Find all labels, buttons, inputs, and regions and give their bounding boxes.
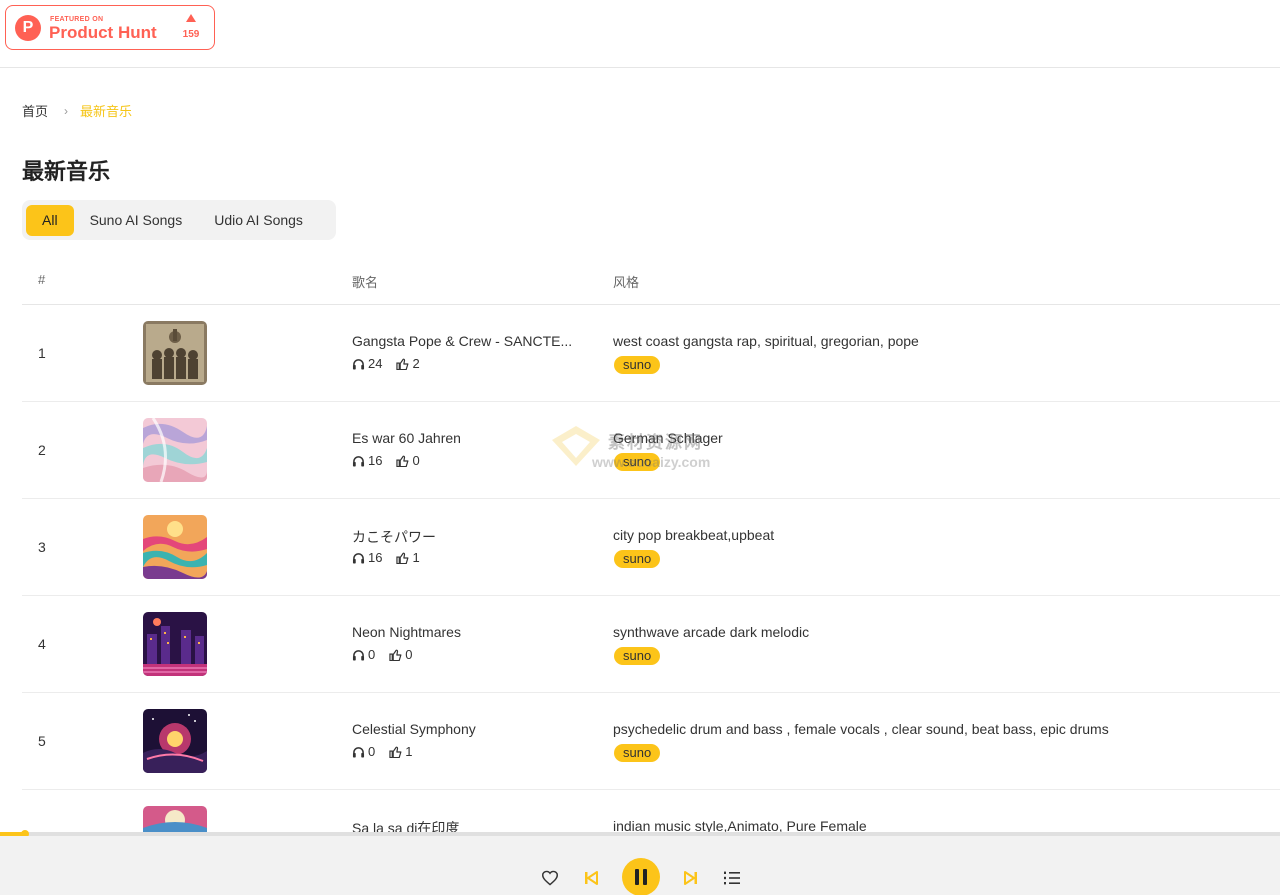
header-number: # bbox=[38, 272, 46, 287]
play-count-value: 0 bbox=[368, 647, 376, 662]
song-title[interactable]: Gangsta Pope & Crew - SANCTE... bbox=[352, 333, 582, 349]
song-number: 4 bbox=[38, 636, 46, 652]
music-player-bar bbox=[0, 836, 1280, 895]
source-badge: suno bbox=[614, 647, 661, 665]
breadcrumb-current: 最新音乐 bbox=[80, 104, 133, 119]
song-number: 3 bbox=[38, 539, 46, 555]
play-count: 16 bbox=[352, 550, 382, 565]
skip-previous-icon bbox=[585, 871, 598, 885]
headphones-icon bbox=[352, 358, 365, 370]
breadcrumb-separator-icon: › bbox=[64, 103, 69, 118]
skip-next-icon bbox=[684, 871, 697, 885]
previous-track-button[interactable] bbox=[581, 868, 601, 888]
headphones-icon bbox=[352, 455, 365, 467]
song-row[interactable]: 1 Gangsta Pope & Crew - SANCTE... 24 2 we… bbox=[22, 305, 1280, 402]
song-cover-image[interactable] bbox=[143, 321, 207, 385]
page-title: 最新音乐 bbox=[22, 159, 111, 184]
play-count-value: 16 bbox=[368, 453, 383, 468]
source-badge: suno bbox=[614, 744, 661, 762]
thumbs-up-icon bbox=[396, 455, 409, 467]
headphones-icon bbox=[352, 552, 365, 564]
product-hunt-logo-icon: P bbox=[15, 15, 41, 41]
tab-suno-ai-songs[interactable]: Suno AI Songs bbox=[74, 205, 199, 236]
upvote-count: 159 bbox=[182, 29, 200, 40]
song-row[interactable]: 4 Neon Nightmares 0 0 synthwave arcade da… bbox=[22, 596, 1280, 693]
song-number: 1 bbox=[38, 345, 46, 361]
table-header: # 歌名 风格 bbox=[22, 260, 1280, 305]
play-count-value: 16 bbox=[368, 550, 383, 565]
song-row[interactable]: 3 カこそパワー 16 1 city pop breakbeat,upbeat su… bbox=[22, 499, 1280, 596]
play-count: 0 bbox=[352, 647, 375, 662]
source-filter-tabs: All Suno AI Songs Udio AI Songs bbox=[22, 200, 336, 240]
song-stats: 16 1 bbox=[352, 550, 434, 565]
song-title[interactable]: カこそパワー bbox=[352, 527, 582, 547]
song-stats: 24 2 bbox=[352, 356, 434, 371]
headphones-icon bbox=[352, 649, 365, 661]
upvote-arrow-icon bbox=[186, 14, 196, 22]
pause-icon bbox=[635, 869, 647, 885]
like-count-value: 0 bbox=[412, 453, 420, 468]
song-style: city pop breakbeat,upbeat bbox=[613, 527, 775, 543]
song-stats: 16 0 bbox=[352, 453, 434, 468]
song-number: 5 bbox=[38, 733, 46, 749]
top-bar: P FEATURED ON Product Hunt 159 bbox=[0, 0, 1280, 68]
song-row[interactable]: 2 Es war 60 Jahren 16 0 German Schlager su… bbox=[22, 402, 1280, 499]
song-stats: 0 0 bbox=[352, 647, 426, 662]
header-style: 风格 bbox=[613, 275, 640, 290]
thumbs-up-icon bbox=[396, 358, 409, 370]
like-count[interactable]: 2 bbox=[396, 356, 420, 371]
header-title: 歌名 bbox=[352, 275, 379, 290]
song-style: German Schlager bbox=[613, 430, 723, 446]
song-title[interactable]: Neon Nightmares bbox=[352, 624, 582, 640]
source-badge: suno bbox=[614, 550, 661, 568]
song-number: 2 bbox=[38, 442, 46, 458]
song-title[interactable]: Es war 60 Jahren bbox=[352, 430, 582, 446]
song-style: synthwave arcade dark melodic bbox=[613, 624, 810, 640]
play-count: 0 bbox=[352, 744, 375, 759]
source-badge: suno bbox=[614, 356, 661, 374]
product-hunt-badge[interactable]: P FEATURED ON Product Hunt 159 bbox=[5, 5, 215, 50]
play-count-value: 24 bbox=[368, 356, 383, 371]
song-cover-image[interactable] bbox=[143, 515, 207, 579]
song-style: west coast gangsta rap, spiritual, grego… bbox=[613, 333, 919, 349]
thumbs-up-icon bbox=[389, 649, 402, 661]
tab-all[interactable]: All bbox=[26, 204, 74, 236]
like-count[interactable]: 0 bbox=[389, 647, 412, 662]
like-count-value: 1 bbox=[405, 744, 413, 759]
playlist-button[interactable] bbox=[722, 868, 742, 888]
play-count: 24 bbox=[352, 356, 382, 371]
song-cover-image[interactable] bbox=[143, 612, 207, 676]
product-hunt-featured-label: FEATURED ON bbox=[50, 16, 104, 23]
headphones-icon bbox=[352, 746, 365, 758]
like-count[interactable]: 1 bbox=[389, 744, 412, 759]
song-style: psychedelic drum and bass , female vocal… bbox=[613, 721, 1109, 737]
like-button[interactable] bbox=[540, 868, 560, 888]
next-track-button[interactable] bbox=[681, 868, 701, 888]
breadcrumb-home-link[interactable]: 首页 bbox=[22, 101, 48, 120]
song-cover-image[interactable] bbox=[143, 709, 207, 773]
play-count: 16 bbox=[352, 453, 382, 468]
heart-icon bbox=[541, 870, 559, 886]
like-count[interactable]: 0 bbox=[396, 453, 420, 468]
tab-udio-ai-songs[interactable]: Udio AI Songs bbox=[198, 205, 319, 236]
like-count-value: 1 bbox=[412, 550, 420, 565]
song-title[interactable]: Celestial Symphony bbox=[352, 721, 582, 737]
pause-button[interactable] bbox=[622, 858, 660, 895]
like-count-value: 2 bbox=[412, 356, 420, 371]
song-row[interactable]: 5 Celestial Symphony 0 1 psychedelic drum… bbox=[22, 693, 1280, 790]
like-count[interactable]: 1 bbox=[396, 550, 420, 565]
playlist-icon bbox=[724, 871, 740, 885]
thumbs-up-icon bbox=[396, 552, 409, 564]
source-badge: suno bbox=[614, 453, 661, 471]
song-stats: 0 1 bbox=[352, 744, 426, 759]
breadcrumb: 首页 › 最新音乐 bbox=[22, 101, 132, 120]
thumbs-up-icon bbox=[389, 746, 402, 758]
play-count-value: 0 bbox=[368, 744, 376, 759]
like-count-value: 0 bbox=[405, 647, 413, 662]
song-cover-image[interactable] bbox=[143, 418, 207, 482]
product-hunt-name: Product Hunt bbox=[49, 23, 157, 42]
